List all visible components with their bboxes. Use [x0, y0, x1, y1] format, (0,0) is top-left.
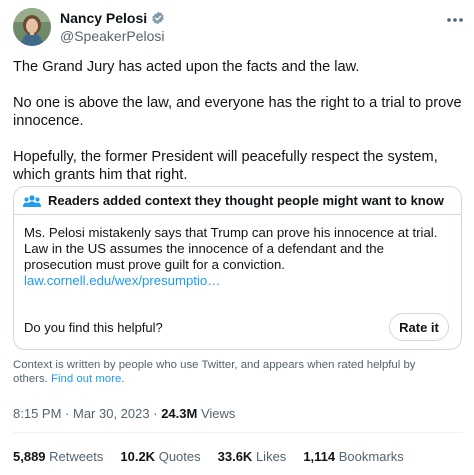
community-note-link[interactable]: law.cornell.edu/wex/presumptio…: [24, 273, 454, 289]
helpful-question: Do you find this helpful?: [24, 320, 163, 335]
quotes-count: 10.2K: [120, 449, 156, 464]
community-note-header-text: Readers added context they thought peopl…: [48, 193, 444, 208]
more-options-button[interactable]: [446, 10, 464, 28]
quotes-label: Quotes: [158, 449, 201, 464]
bookmarks-stat[interactable]: 1,114 Bookmarks: [303, 449, 403, 464]
community-note-body: Ms. Pelosi mistakenly says that Trump ca…: [24, 225, 454, 289]
tweet-paragraph: The Grand Jury has acted upon the facts …: [13, 59, 360, 75]
context-footer: Context is written by people who use Twi…: [13, 358, 453, 386]
likes-count: 33.6K: [217, 449, 253, 464]
views-label: Views: [200, 406, 236, 421]
tweet-date[interactable]: Mar 30, 2023: [73, 406, 150, 421]
author-name-text: Nancy Pelosi: [60, 10, 148, 26]
divider: [13, 432, 462, 433]
people-group-icon: [23, 194, 41, 207]
author-name[interactable]: Nancy Pelosi: [60, 10, 165, 26]
tweet-meta: 8:15 PM · Mar 30, 2023 · 24.3M Views: [13, 406, 235, 421]
views-count: 24.3M: [161, 406, 198, 421]
find-out-more-link[interactable]: Find out more.: [51, 373, 124, 385]
bookmarks-count: 1,114: [303, 449, 336, 464]
community-note-header: Readers added context they thought peopl…: [14, 187, 461, 215]
meta-separator: ·: [153, 406, 162, 421]
rate-it-button[interactable]: Rate it: [389, 313, 449, 341]
quotes-stat[interactable]: 10.2K Quotes: [120, 449, 200, 464]
more-horizontal-icon: [447, 18, 463, 22]
community-note-card: Readers added context they thought peopl…: [13, 186, 462, 350]
meta-separator: ·: [65, 406, 73, 421]
likes-stat[interactable]: 33.6K Likes: [218, 449, 287, 464]
tweet-paragraph: Hopefully, the former President will pea…: [13, 149, 438, 183]
tweet-time[interactable]: 8:15 PM: [13, 406, 61, 421]
author-handle[interactable]: @SpeakerPelosi: [60, 28, 165, 44]
community-note-text: Ms. Pelosi mistakenly says that Trump ca…: [24, 225, 438, 272]
retweets-label: Retweets: [49, 449, 104, 464]
likes-label: Likes: [255, 449, 287, 464]
bookmarks-label: Bookmarks: [338, 449, 404, 464]
tweet-paragraph: No one is above the law, and everyone ha…: [13, 95, 462, 129]
avatar[interactable]: [13, 8, 51, 46]
verified-badge-icon: [152, 11, 164, 25]
retweets-count: 5,889: [13, 449, 46, 464]
tweet-text: The Grand Jury has acted upon the facts …: [13, 58, 463, 202]
avatar-image: [13, 8, 51, 46]
retweets-stat[interactable]: 5,889 Retweets: [13, 449, 103, 464]
tweet-stats: 5,889 Retweets 10.2K Quotes 33.6K Likes …: [13, 449, 404, 464]
